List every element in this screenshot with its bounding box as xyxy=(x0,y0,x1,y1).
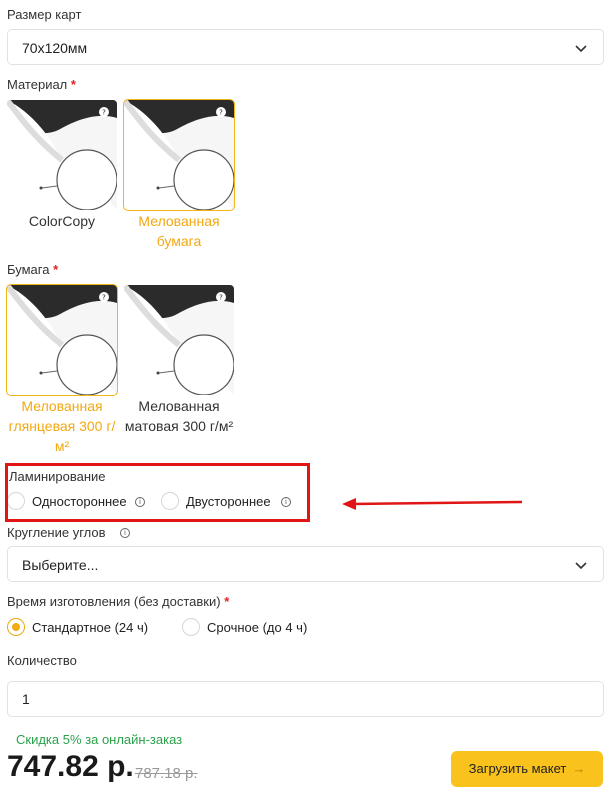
rounding-label: Кругление углов xyxy=(7,525,106,540)
rounding-select[interactable]: Выберите... xyxy=(7,546,604,582)
production-time-label: Время изготовления (без доставки) * xyxy=(7,594,230,609)
required-mark: * xyxy=(53,262,59,277)
paper-label: Бумага * xyxy=(7,262,59,277)
required-mark: * xyxy=(70,77,76,92)
material-option-coated[interactable]: ? xyxy=(123,99,235,211)
upload-button-label: Загрузить макет xyxy=(468,761,567,776)
annotation-highlight-box xyxy=(5,463,310,522)
material-option-caption: Мелованная бумага xyxy=(138,213,220,249)
paper-option-caption: Мелованная матовая 300 г/м² xyxy=(124,398,234,434)
material-option-caption: ColorCopy xyxy=(28,213,96,229)
paper-sample-image: ? xyxy=(7,285,117,395)
chevron-down-icon xyxy=(575,562,587,570)
arrow-right-icon: → xyxy=(572,761,586,776)
paper-option-matte[interactable]: ? xyxy=(124,285,234,395)
paper-option-caption: Мелованная глянцевая 300 г/м² xyxy=(8,398,116,454)
card-size-value: 70х120мм xyxy=(22,40,88,56)
upload-layout-button[interactable]: Загрузить макет → xyxy=(451,751,603,787)
svg-text:?: ? xyxy=(219,109,223,117)
discount-note: Скидка 5% за онлайн-заказ xyxy=(16,732,183,747)
rounding-placeholder: Выберите... xyxy=(22,557,99,573)
production-radio-urgent[interactable] xyxy=(182,618,200,636)
annotation-arrow xyxy=(342,498,523,510)
paper-sample-image: ? xyxy=(7,100,117,210)
quantity-input[interactable]: 1 xyxy=(7,681,604,717)
production-option-label[interactable]: Стандартное (24 ч) xyxy=(32,620,148,635)
svg-text:?: ? xyxy=(102,294,106,302)
old-price: 787.18 р. xyxy=(135,765,198,782)
production-option-label[interactable]: Срочное (до 4 ч) xyxy=(207,620,307,635)
required-mark: * xyxy=(224,594,230,609)
chevron-down-icon xyxy=(575,45,587,53)
price: 747.82 р. xyxy=(7,750,134,783)
paper-sample-image: ? xyxy=(124,285,234,395)
paper-sample-image: ? xyxy=(124,100,234,210)
svg-text:?: ? xyxy=(102,109,106,117)
production-radio-standard[interactable] xyxy=(7,618,25,636)
card-size-label: Размер карт xyxy=(7,7,82,22)
quantity-label: Количество xyxy=(7,653,77,668)
info-icon[interactable]: i xyxy=(120,528,130,538)
material-label: Материал * xyxy=(7,77,76,92)
card-size-select[interactable]: 70х120мм xyxy=(7,29,604,65)
material-option-colorcopy[interactable]: ? xyxy=(7,100,117,210)
paper-option-glossy[interactable]: ? xyxy=(6,284,118,396)
svg-text:?: ? xyxy=(219,294,223,302)
